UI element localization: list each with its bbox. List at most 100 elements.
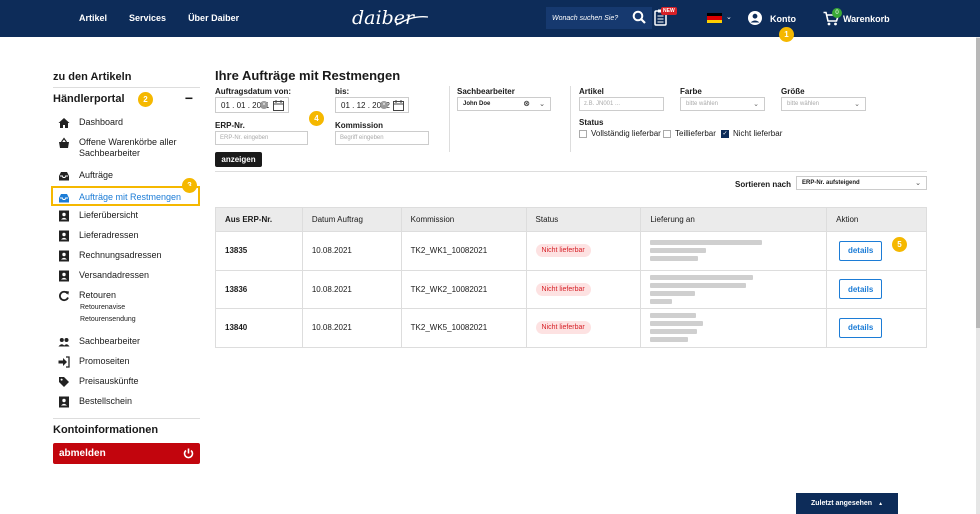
column-header[interactable]: Status [525, 207, 642, 232]
logout-button[interactable]: abmelden [53, 443, 200, 464]
sidebar-item-label: Versandadressen [79, 270, 150, 280]
redacted-address [650, 240, 826, 262]
table-row: 13835 10.08.2021 TK2_WK1_10082021 Nicht … [215, 231, 927, 271]
sidebar-subitem-return-notices[interactable]: Retourenavise [80, 302, 200, 314]
sort-select[interactable]: ERP-Nr. aufsteigend ⌄ [796, 176, 927, 190]
cart-link[interactable]: Warenkorb [843, 14, 890, 24]
filter-divider [449, 86, 450, 152]
sidebar-item-delivery-addresses[interactable]: Lieferadressen [53, 226, 200, 246]
sidebar-item-price-info[interactable]: Preisauskünfte [53, 372, 200, 392]
sidebar-item-label: Rechnungsadressen [79, 250, 162, 260]
delivery-address-cell [640, 308, 828, 348]
date-to-input[interactable]: 01 . 12 . 2022 × [335, 97, 409, 113]
kommission-cell: TK2_WK1_10082021 [400, 231, 527, 271]
details-button[interactable]: details [839, 317, 883, 338]
date-from-input[interactable]: 01 . 01 . 2011 × [215, 97, 289, 113]
collapse-icon[interactable]: − [185, 91, 193, 113]
details-button[interactable]: details [839, 240, 883, 261]
sidebar-item-promo-pages[interactable]: Promoseiten [53, 352, 200, 372]
chevron-down-icon[interactable]: ⌄ [726, 13, 732, 21]
checkbox[interactable] [663, 129, 671, 138]
column-header[interactable]: Datum Auftrag [301, 207, 402, 232]
nav-services[interactable]: Services [129, 13, 166, 23]
sachbearbeiter-select[interactable]: John Doe ⊗ ⌄ [457, 97, 551, 111]
date-cell: 10.08.2021 [301, 231, 402, 271]
logout-label: abmelden [59, 448, 106, 459]
account-link[interactable]: Konto [770, 14, 796, 24]
checkbox[interactable] [579, 129, 587, 138]
german-flag-icon[interactable] [707, 13, 722, 23]
status-cell: Nicht lieferbar [525, 308, 642, 348]
sidebar-item-delivery-overview[interactable]: Lieferübersicht [53, 206, 200, 226]
sidebar-item-label: Dashboard [79, 117, 124, 127]
status-option-label: Teillieferbar [675, 129, 716, 138]
calendar-icon[interactable] [393, 100, 404, 111]
sidebar-item-shipping-addresses[interactable]: Versandadressen [53, 266, 200, 286]
inbox-icon [57, 192, 71, 204]
status-option-partial[interactable]: Teillieferbar [663, 129, 716, 138]
status-cell: Nicht lieferbar [525, 231, 642, 271]
sachbearbeiter-value: John Doe [463, 101, 491, 107]
scrollbar-thumb[interactable] [976, 38, 980, 328]
sidebar-item-orders[interactable]: Aufträge [53, 166, 200, 186]
date-cell: 10.08.2021 [301, 269, 402, 309]
groesse-select[interactable]: bitte wählen ⌄ [781, 97, 866, 111]
sidebar: zu den Artikeln Händlerportal − Dashboar… [51, 68, 200, 464]
sidebar-item-label: Aufträge mit Restmengen [79, 192, 182, 202]
sidebar-subitem-return-shipment[interactable]: Retourensendung [80, 314, 200, 326]
kommission-placeholder: Begriff eingeben [340, 135, 384, 141]
sidebar-item-returns[interactable]: Retouren [53, 286, 200, 302]
home-icon [57, 117, 71, 129]
column-header[interactable]: Kommission [400, 207, 527, 232]
status-badge: Nicht lieferbar [535, 321, 591, 335]
sidebar-item-billing-addresses[interactable]: Rechnungsadressen [53, 246, 200, 266]
sign-in-icon [57, 356, 71, 368]
recently-viewed-toggle[interactable]: Zuletzt angesehen ▲ [796, 493, 898, 514]
sidebar-item-label: Preisauskünfte [79, 376, 139, 386]
farbe-select[interactable]: bitte wählen ⌄ [680, 97, 765, 111]
sidebar-item-open-carts[interactable]: Offene Warenkörbe aller Sachbearbeiter [53, 133, 200, 166]
artikel-input[interactable]: z.B. JN001 ... [579, 97, 664, 111]
haendlerportal-header[interactable]: Händlerportal − [53, 91, 200, 113]
sidebar-item-dashboard[interactable]: Dashboard [53, 113, 200, 133]
column-header[interactable]: Lieferung an [640, 207, 828, 232]
account-info-link[interactable]: Kontoinformationen [53, 418, 200, 443]
sidebar-item-order-form[interactable]: Bestellschein [53, 392, 200, 412]
farbe-label: Farbe [680, 87, 702, 96]
checkbox-checked[interactable]: ✓ [721, 129, 729, 138]
back-to-articles-link[interactable]: zu den Artikeln [53, 68, 200, 88]
nav-artikel[interactable]: Artikel [79, 13, 107, 23]
orders-table: Aus ERP-Nr. Datum Auftrag Kommission Sta… [215, 207, 927, 348]
search-icon[interactable] [632, 10, 646, 24]
recently-viewed-label: Zuletzt angesehen [810, 500, 873, 507]
sidebar-item-clerks[interactable]: Sachbearbeiter [53, 332, 200, 352]
calendar-icon[interactable] [273, 100, 284, 111]
contact-card-icon [57, 230, 71, 242]
clear-icon[interactable]: × [260, 101, 268, 109]
erp-input[interactable]: ERP-Nr. eingeben [215, 131, 308, 145]
status-option-not-deliverable[interactable]: ✓ Nicht lieferbar [721, 129, 782, 138]
sidebar-item-label: Offene Warenkörbe aller Sachbearbeiter [79, 137, 177, 158]
action-cell: details [826, 308, 927, 348]
annotation-marker-1: 1 [779, 27, 794, 42]
kommission-cell: TK2_WK2_10082021 [400, 269, 527, 309]
contact-card-icon [57, 250, 71, 262]
search-input[interactable]: Wonach suchen Sie? [546, 7, 652, 29]
top-header: Artikel Services Über Daiber daiber Wona… [0, 0, 980, 37]
status-option-complete[interactable]: Vollständig lieferbar [579, 129, 661, 138]
status-option-label: Vollständig lieferbar [591, 129, 661, 138]
basket-icon [57, 137, 71, 149]
user-icon[interactable] [748, 11, 762, 25]
column-header[interactable]: Aus ERP-Nr. [215, 207, 303, 232]
kommission-input[interactable]: Begriff eingeben [335, 131, 429, 145]
daiber-logo[interactable]: daiber [348, 5, 430, 31]
chevron-down-icon: ⌄ [915, 180, 921, 187]
show-button[interactable]: anzeigen [215, 152, 262, 167]
erp-label: ERP-Nr. [215, 121, 245, 130]
nav-ueber-daiber[interactable]: Über Daiber [188, 13, 239, 23]
clear-icon[interactable]: × [380, 101, 388, 109]
sidebar-item-orders-remaining[interactable]: Aufträge mit Restmengen [51, 186, 200, 206]
details-button[interactable]: details [839, 279, 883, 300]
sidebar-item-label: Aufträge [79, 170, 114, 180]
clear-icon[interactable]: ⊗ [523, 99, 530, 108]
